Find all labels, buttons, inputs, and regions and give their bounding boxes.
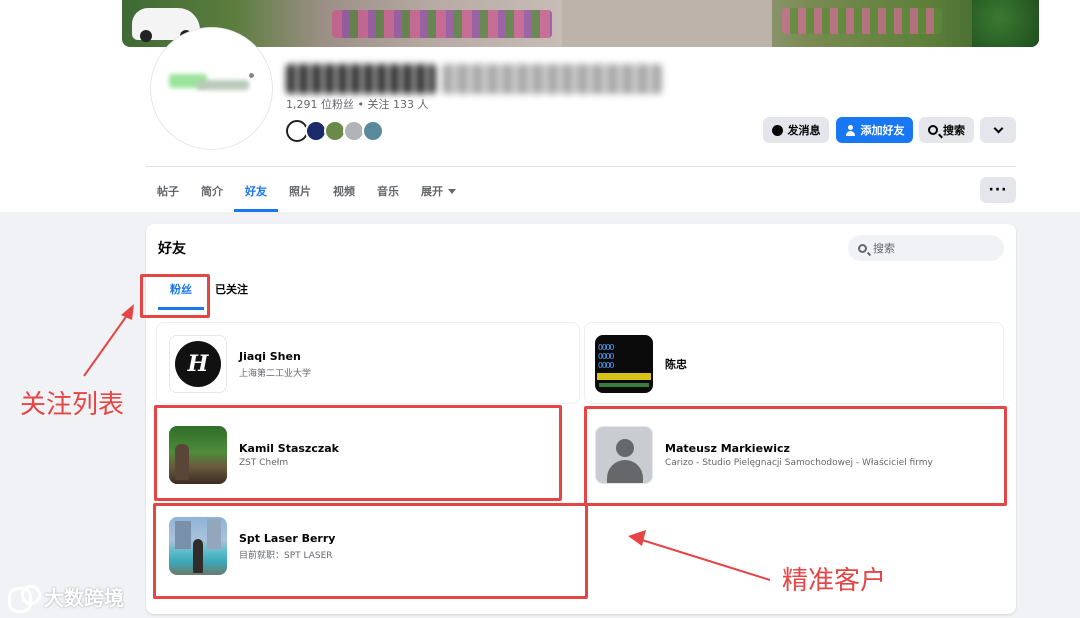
annotation-box-spt — [153, 503, 588, 599]
annotation-target-customers: 精准客户 — [782, 566, 887, 596]
friend-name[interactable]: 陈忠 — [665, 356, 687, 372]
search-icon — [858, 243, 867, 253]
watermark-text: 大数跨境 — [44, 586, 124, 610]
chevron-down-icon — [993, 123, 1003, 133]
tab-friends[interactable]: 好友 — [234, 172, 278, 212]
watermark-logo-icon — [8, 584, 41, 613]
friend-name[interactable]: Jiaqi Shen — [239, 350, 311, 363]
avatar[interactable]: OOOO OOOO OOOO — [595, 335, 653, 393]
list-item[interactable]: H Jiaqi Shen 上海第二工业大学 — [169, 335, 311, 393]
caret-down-icon — [448, 188, 456, 194]
profile-avatar[interactable] — [150, 27, 273, 150]
profile-search-button-label: 搜索 — [943, 124, 965, 137]
tab-videos[interactable]: 视频 — [322, 172, 366, 210]
add-friend-button[interactable]: 添加好友 — [836, 117, 913, 143]
annotation-box-mateusz — [584, 406, 1007, 506]
arrowhead-icon — [121, 304, 134, 320]
profile-tabs: 帖子 简介 好友 照片 视频 音乐 展开 — [146, 172, 467, 212]
search-icon — [928, 125, 938, 135]
cover-photo[interactable] — [122, 0, 1039, 47]
tabs-more-button[interactable]: ··· — [980, 177, 1016, 203]
friends-title: 好友 — [158, 241, 186, 257]
profile-search-button[interactable]: 搜索 — [919, 117, 974, 143]
arrow-to-followers-tab — [83, 313, 129, 377]
tab-expand-label: 展开 — [421, 185, 443, 198]
tab-music[interactable]: 音乐 — [366, 172, 410, 210]
tab-about[interactable]: 简介 — [190, 172, 234, 210]
message-button[interactable]: 发消息 — [763, 117, 829, 143]
profile-name-blurred-secondary — [442, 64, 662, 94]
messenger-icon — [771, 124, 783, 136]
tab-posts[interactable]: 帖子 — [146, 172, 190, 210]
avatar[interactable] — [362, 120, 384, 142]
profile-name-blurred — [286, 64, 436, 94]
tab-photos[interactable]: 照片 — [278, 172, 322, 210]
annotation-following-list: 关注列表 — [20, 390, 125, 420]
add-person-icon — [845, 124, 856, 136]
profile-more-button[interactable] — [980, 117, 1016, 143]
annotation-box-followers-tab — [140, 274, 210, 318]
friends-search-placeholder: 搜索 — [873, 242, 895, 255]
header-divider — [146, 166, 1016, 167]
subtab-following[interactable]: 已关注 — [215, 281, 248, 297]
friend-subtitle: 上海第二工业大学 — [239, 368, 312, 379]
profile-stats[interactable]: 1,291 位粉丝 • 关注 133 人 — [286, 96, 428, 112]
add-friend-button-label: 添加好友 — [860, 124, 905, 137]
annotation-box-kamil — [154, 405, 562, 501]
message-button-label: 发消息 — [787, 124, 821, 137]
friends-search-input[interactable]: 搜索 — [848, 235, 1004, 261]
mutual-friends-avatars[interactable] — [286, 120, 384, 142]
tab-expand[interactable]: 展开 — [410, 172, 467, 210]
watermark: 大数跨境 — [8, 582, 124, 613]
list-item[interactable]: OOOO OOOO OOOO 陈忠 — [595, 335, 687, 393]
avatar[interactable]: H — [169, 335, 227, 393]
